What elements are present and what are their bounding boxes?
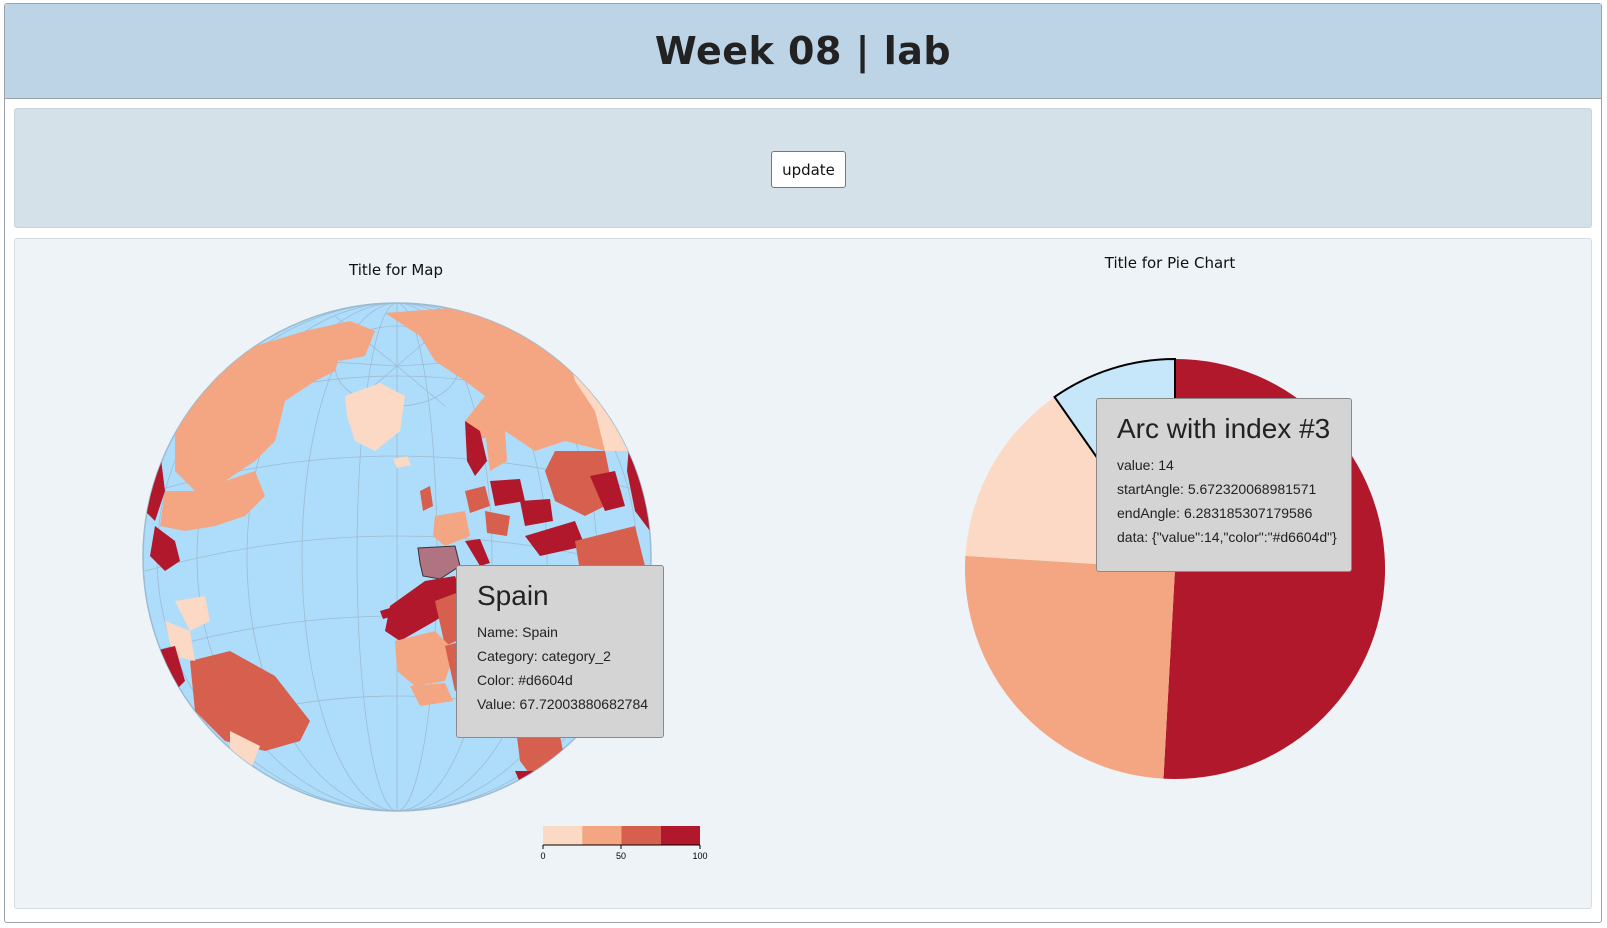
globe-map[interactable] — [135, 301, 661, 819]
legend-tick-100: 100 — [692, 851, 707, 861]
map-tooltip-title: Spain — [477, 580, 549, 611]
pie-tooltip-start: startAngle: 5.672320068981571 — [1117, 481, 1317, 497]
pie-tooltip: Arc with index #3 value: 14 startAngle: … — [1096, 398, 1352, 572]
map-legend: 0 50 100 — [540, 826, 708, 861]
map-tooltip-value: Value: 67.72003880682784 — [477, 696, 649, 712]
map-tooltip-category: Category: category_2 — [477, 648, 611, 664]
page-header: Week 08 | lab — [5, 4, 1601, 99]
pie-slice-1[interactable] — [964, 555, 1175, 779]
map-tooltip-name: Name: Spain — [477, 624, 558, 640]
legend-tick-0: 0 — [540, 851, 545, 861]
update-button[interactable]: update — [771, 151, 846, 188]
pie-title: Title for Pie Chart — [1104, 254, 1236, 272]
controls-panel: update — [14, 108, 1592, 228]
map-tooltip: Spain Name: Spain Category: category_2 C… — [456, 565, 664, 738]
pie-tooltip-title: Arc with index #3 — [1117, 413, 1331, 444]
country-south-africa — [515, 771, 555, 806]
pie-tooltip-end: endAngle: 6.283185307179586 — [1117, 505, 1313, 521]
legend-swatch — [582, 826, 622, 845]
legend-swatch — [660, 826, 700, 845]
legend-tick-50: 50 — [616, 851, 626, 861]
app-frame: Week 08 | lab update Title for Map Title… — [4, 3, 1602, 923]
legend-swatch — [621, 826, 661, 845]
pie-tooltip-data: data: {"value":14,"color":"#d6604d"} — [1117, 529, 1337, 545]
page-title: Week 08 | lab — [654, 29, 952, 73]
legend-swatch — [543, 826, 583, 845]
pie-tooltip-value: value: 14 — [1117, 457, 1174, 473]
map-tooltip-color: Color: #d6604d — [477, 672, 573, 688]
charts-panel: Title for Map Title for Pie Chart 0 50 1… — [14, 238, 1592, 909]
map-title: Title for Map — [349, 261, 443, 279]
